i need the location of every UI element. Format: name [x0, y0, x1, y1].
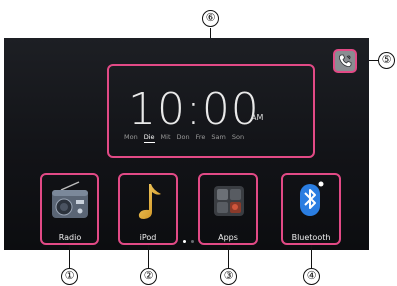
app-label-apps: Apps — [218, 233, 238, 242]
weekday-row: Mon Die Mit Don Fre Sam Son — [124, 133, 244, 143]
page-indicator-inactive — [191, 240, 194, 243]
day-label-active: Die — [143, 133, 155, 143]
day-label: Son — [231, 133, 245, 141]
music-note-icon — [138, 184, 161, 219]
callout-6: ⑥ — [202, 10, 219, 27]
callout-4: ④ — [303, 268, 320, 285]
day-label: Sam — [211, 133, 226, 141]
leader-3 — [228, 245, 230, 268]
day-label: Fre — [195, 133, 206, 141]
callout-5: ⑤ — [378, 52, 395, 69]
app-label-bluetooth: Bluetooth — [291, 233, 331, 242]
day-label: Don — [176, 133, 190, 141]
app-label-ipod: iPod — [139, 233, 157, 242]
callout-3: ③ — [220, 268, 237, 285]
leader-4 — [311, 245, 313, 268]
day-label: Mit — [160, 133, 171, 141]
day-label: Mon — [124, 133, 138, 141]
apps-icon — [214, 186, 244, 216]
app-label-radio: Radio — [58, 233, 82, 242]
callout-1: ① — [61, 268, 78, 285]
leader-1 — [69, 245, 71, 268]
phone-icon — [339, 54, 352, 67]
bluetooth-icon — [300, 181, 324, 216]
radio-icon — [52, 181, 88, 218]
clock-ampm: AM — [251, 113, 264, 122]
clock-time: 10:00 — [128, 84, 260, 135]
leader-2 — [148, 245, 150, 268]
page-indicator-active — [183, 240, 186, 243]
callout-2: ② — [140, 268, 157, 285]
